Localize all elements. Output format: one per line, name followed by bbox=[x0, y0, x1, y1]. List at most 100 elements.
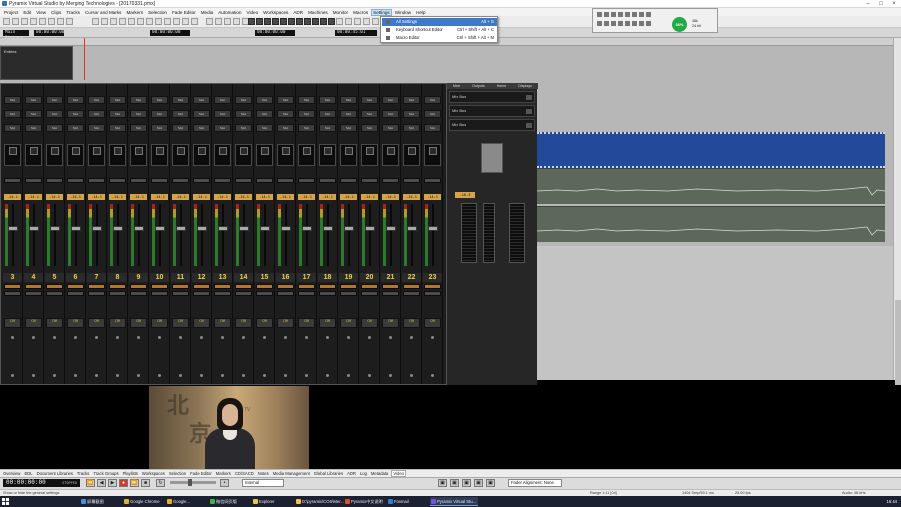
input-slot[interactable]: Slot bbox=[361, 124, 378, 132]
mute-button[interactable] bbox=[256, 291, 273, 296]
mix-bus-row[interactable]: Mix Bus bbox=[449, 91, 535, 103]
tab-workspaces[interactable]: Workspaces bbox=[142, 471, 165, 476]
automation-mode[interactable]: Off bbox=[214, 318, 231, 328]
play-button[interactable]: ▶ bbox=[108, 479, 117, 487]
timeline-empty-area[interactable] bbox=[537, 246, 893, 380]
record-button[interactable]: ● bbox=[119, 479, 128, 487]
automation-mode[interactable]: Off bbox=[403, 318, 420, 328]
fader-cap[interactable] bbox=[71, 226, 81, 231]
input-slot[interactable]: Slot bbox=[88, 110, 105, 118]
transport-timecode[interactable]: 00:00:00:00 STOPPED bbox=[3, 479, 80, 487]
solo-button[interactable] bbox=[193, 284, 210, 289]
fader-alignment-select[interactable]: Fader Alignment: None bbox=[508, 479, 562, 487]
input-slot[interactable]: Slot bbox=[109, 124, 126, 132]
fader-track[interactable] bbox=[117, 204, 119, 266]
tab-adr[interactable]: ADR bbox=[347, 471, 356, 476]
fader-track[interactable] bbox=[390, 204, 392, 266]
mute-button[interactable] bbox=[67, 291, 84, 296]
pan-knob[interactable] bbox=[72, 147, 80, 155]
view-button[interactable]: ▣ bbox=[450, 479, 459, 487]
input-slot[interactable]: Slot bbox=[130, 110, 147, 118]
input-slot[interactable]: Slot bbox=[298, 110, 315, 118]
menu-markers[interactable]: Markers bbox=[125, 10, 144, 15]
pan-knob[interactable] bbox=[9, 147, 17, 155]
fader-track[interactable] bbox=[33, 204, 35, 266]
pan-knob[interactable] bbox=[324, 147, 332, 155]
input-slot[interactable]: Slot bbox=[88, 124, 105, 132]
mute-button[interactable] bbox=[193, 291, 210, 296]
maximize-button[interactable]: □ bbox=[875, 0, 887, 8]
automation-mode[interactable]: Off bbox=[298, 318, 315, 328]
input-slot[interactable]: Slot bbox=[235, 110, 252, 118]
automation-mode[interactable]: Off bbox=[256, 318, 273, 328]
input-slot[interactable]: Slot bbox=[172, 96, 189, 104]
input-slot[interactable]: Slot bbox=[277, 124, 294, 132]
toolbar-tool-icon[interactable] bbox=[66, 18, 73, 25]
loop-button[interactable]: ↻ bbox=[156, 479, 165, 487]
fader-track[interactable] bbox=[306, 204, 308, 266]
insert-plugin-slot[interactable] bbox=[172, 144, 189, 166]
fader-cap[interactable] bbox=[323, 226, 333, 231]
input-slot[interactable]: Slot bbox=[151, 110, 168, 118]
mute-button[interactable] bbox=[235, 291, 252, 296]
input-slot[interactable]: Slot bbox=[214, 96, 231, 104]
toolbox-tool-icon[interactable] bbox=[611, 12, 616, 17]
solo-button[interactable] bbox=[25, 284, 42, 289]
taskbar-item[interactable]: Google Chrome bbox=[123, 497, 163, 506]
toolbox-tool-icon[interactable] bbox=[611, 21, 616, 26]
master-knob-pad[interactable] bbox=[481, 143, 503, 173]
input-slot[interactable]: Slot bbox=[25, 110, 42, 118]
mute-button[interactable] bbox=[88, 291, 105, 296]
fader-track[interactable] bbox=[138, 204, 140, 266]
mute-button[interactable] bbox=[340, 291, 357, 296]
toolbar-tool-icon[interactable] bbox=[215, 18, 222, 25]
menu-clips[interactable]: Clips bbox=[50, 10, 62, 15]
fader-cap[interactable] bbox=[407, 226, 417, 231]
in-timecode[interactable]: 00:00:00:00 bbox=[150, 30, 190, 36]
menu-fade-editor[interactable]: Fade Editor bbox=[171, 10, 197, 15]
toolbar-tool-icon[interactable] bbox=[304, 18, 311, 25]
automation-mode[interactable]: Off bbox=[172, 318, 189, 328]
automation-mode[interactable]: Off bbox=[193, 318, 210, 328]
fader-cap[interactable] bbox=[113, 226, 123, 231]
toolbox-tool-icon[interactable] bbox=[604, 21, 609, 26]
menu-video[interactable]: Video bbox=[245, 10, 259, 15]
insert-plugin-slot[interactable] bbox=[340, 144, 357, 166]
toolbar-tool-icon[interactable] bbox=[191, 18, 198, 25]
input-slot[interactable]: Slot bbox=[361, 110, 378, 118]
input-slot[interactable]: Slot bbox=[46, 110, 63, 118]
insert-plugin-slot[interactable] bbox=[193, 144, 210, 166]
scrollbar-thumb[interactable] bbox=[895, 300, 901, 390]
solo-button[interactable] bbox=[130, 284, 147, 289]
fader-track[interactable] bbox=[432, 204, 434, 266]
master-tab-displays[interactable]: Displays bbox=[518, 83, 532, 89]
insert-plugin-slot[interactable] bbox=[46, 144, 63, 166]
insert-plugin-slot[interactable] bbox=[109, 144, 126, 166]
menu-settings[interactable]: Settings bbox=[371, 8, 392, 16]
toolbar-tool-icon[interactable] bbox=[312, 18, 319, 25]
toolbar-tool-icon[interactable] bbox=[119, 18, 126, 25]
input-slot[interactable]: Slot bbox=[88, 96, 105, 104]
toolbar-tool-icon[interactable] bbox=[182, 18, 189, 25]
mute-button[interactable] bbox=[130, 291, 147, 296]
input-slot[interactable]: Slot bbox=[340, 124, 357, 132]
fader-cap[interactable] bbox=[197, 226, 207, 231]
fader-cap[interactable] bbox=[29, 226, 39, 231]
mute-button[interactable] bbox=[109, 291, 126, 296]
insert-plugin-slot[interactable] bbox=[214, 144, 231, 166]
channel-mode-button[interactable] bbox=[193, 178, 210, 183]
input-slot[interactable]: Slot bbox=[340, 110, 357, 118]
automation-mode[interactable]: Off bbox=[340, 318, 357, 328]
pan-knob[interactable] bbox=[345, 147, 353, 155]
fader-cap[interactable] bbox=[365, 226, 375, 231]
settings-menu-item[interactable]: Macro Editor Ctrl + Shift + Alt + M bbox=[382, 34, 497, 42]
taskbar-item[interactable]: 微信网页版 bbox=[209, 497, 249, 506]
pan-knob[interactable] bbox=[408, 147, 416, 155]
mix-bus-row[interactable]: Mix Bus bbox=[449, 119, 535, 131]
automation-mode[interactable]: Off bbox=[88, 318, 105, 328]
input-slot[interactable]: Slot bbox=[67, 96, 84, 104]
fader-cap[interactable] bbox=[176, 226, 186, 231]
toolbox-tool-icon[interactable] bbox=[632, 21, 637, 26]
insert-plugin-slot[interactable] bbox=[361, 144, 378, 166]
menu-adr[interactable]: ADR bbox=[292, 10, 304, 15]
